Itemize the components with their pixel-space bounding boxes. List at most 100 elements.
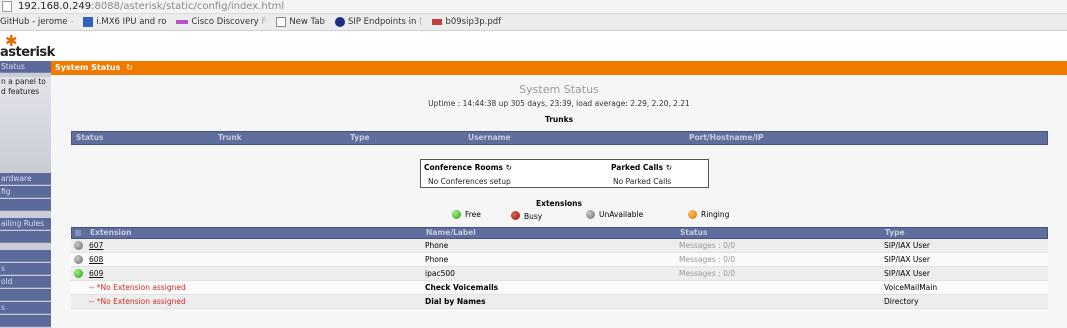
sidebar-item-dialing-rules[interactable]: ailing Rules	[0, 218, 51, 230]
name-label: Check Voicemails	[425, 283, 499, 292]
app-logo: asterisk	[0, 45, 55, 60]
sidebar-item-hold[interactable]: old	[0, 276, 51, 288]
bookmark-imx6[interactable]: i.MX6 IPU and ro	[83, 17, 166, 27]
bookmark-label-faded: F	[261, 17, 267, 27]
bookmark-label: GitHub - jerome	[0, 17, 68, 27]
legend-free: Free	[452, 210, 481, 219]
refresh-icon[interactable]: ↻	[506, 163, 512, 172]
sidebar-item[interactable]	[0, 199, 51, 211]
message-status: Messages : 0/0	[679, 241, 736, 250]
parked-calls-value: No Parked Calls	[613, 177, 672, 186]
bookmark-sip-endpoints[interactable]: SIP Endpoints in (	[334, 17, 423, 27]
legend-ringing: Ringing	[688, 210, 729, 219]
extension-type: SIP/IAX User	[884, 269, 930, 278]
gray-dot-icon	[74, 241, 83, 250]
bookmark-label: Cisco Discovery	[191, 17, 259, 27]
conference-parked-box: Conference Rooms ↻ Parked Calls ↻ No Con…	[420, 159, 709, 188]
red-dot-icon	[511, 211, 520, 220]
page-title: System Status	[519, 83, 599, 96]
column-header-trunk: Trunk	[218, 133, 242, 142]
pdf-icon	[432, 19, 443, 25]
sidebar-item[interactable]: s	[0, 263, 51, 275]
sidebar-info: n a panel to d features	[0, 77, 51, 173]
url-text[interactable]: 192.168.0.249:8088/asterisk/static/confi…	[18, 1, 284, 12]
extension-type: SIP/IAX User	[884, 255, 930, 264]
column-header-username: Username	[468, 133, 511, 142]
page-icon	[2, 1, 12, 12]
table-row: 607 Phone Messages : 0/0 SIP/IAX User	[71, 239, 1048, 253]
table-row: -- *No Extension assigned Dial by Names …	[71, 295, 1048, 309]
trunks-table-header: Status Trunk Type Username Port/Hostname…	[71, 131, 1048, 145]
bookmark-label: b09sip3p.pdf	[445, 17, 502, 27]
gray-dot-icon	[586, 210, 595, 219]
uptime-text: Uptime : 14:44:38 up 305 days, 23:39, lo…	[428, 99, 690, 108]
column-header-name-label: Name/Label	[426, 228, 476, 237]
bookmark-github[interactable]: GitHub - jerome -	[0, 17, 73, 27]
extension-link[interactable]: 607	[89, 239, 103, 253]
name-label: ipac500	[425, 269, 455, 278]
bookmark-label-faded: (	[419, 17, 423, 27]
url-bar[interactable]: 192.168.0.249:8088/asterisk/static/confi…	[0, 0, 1067, 14]
bookmark-new-tab[interactable]: New Tab	[276, 17, 325, 27]
message-status: Messages : 0/0	[679, 269, 736, 278]
table-row: 608 Phone Messages : 0/0 SIP/IAX User	[71, 253, 1048, 267]
bookmark-label: SIP Endpoints in	[347, 17, 417, 27]
no-extension-label: -- *No Extension assigned	[89, 297, 186, 306]
conference-rooms-heading: Conference Rooms ↻	[424, 163, 512, 172]
status-legend: Free Busy UnAvailable Ringing	[51, 210, 1067, 222]
orange-dot-icon	[688, 210, 697, 219]
column-header-status: Status	[680, 228, 708, 237]
table-row: 609 ipac500 Messages : 0/0 SIP/IAX User	[71, 267, 1048, 281]
sidebar-info-line: d features	[1, 87, 40, 96]
page-icon	[276, 17, 287, 27]
green-dot-icon	[74, 269, 83, 278]
table-row: -- *No Extension assigned Check Voicemai…	[71, 281, 1048, 295]
extension-link[interactable]: 608	[89, 253, 103, 267]
column-header-type: Type	[350, 133, 370, 142]
trunks-heading: Trunks	[544, 115, 574, 124]
bookmark-cisco[interactable]: Cisco Discovery F	[176, 17, 266, 27]
sidebar-item-hardware[interactable]: ardware	[0, 173, 51, 185]
sidebar-item[interactable]	[0, 289, 51, 301]
extension-type: Directory	[884, 297, 919, 306]
bookmark-label: i.MX6 IPU and ro	[96, 17, 167, 27]
gray-dot-icon	[74, 255, 83, 264]
name-label: Phone	[425, 241, 449, 250]
sidebar-item[interactable]	[0, 231, 51, 243]
cisco-icon	[176, 20, 189, 24]
bookmark-pdf[interactable]: b09sip3p.pdf	[432, 17, 501, 27]
sidebar-item[interactable]	[0, 250, 51, 262]
name-label: Dial by Names	[425, 297, 486, 306]
refresh-icon[interactable]: ↻	[666, 163, 672, 172]
column-header-extension: Extension	[90, 228, 132, 237]
column-header-status: Status	[76, 133, 104, 142]
bookmark-label: New Tab	[289, 17, 325, 27]
name-label: Phone	[425, 255, 449, 264]
sidebar-item-status[interactable]: Status	[0, 61, 51, 73]
main-content: System Status Uptime : 14:44:38 up 305 d…	[51, 75, 1067, 328]
extension-link[interactable]: 609	[89, 267, 103, 281]
green-dot-icon	[452, 210, 461, 219]
sidebar-item-config[interactable]: fig	[0, 186, 51, 198]
parked-calls-heading: Parked Calls ↻	[611, 163, 673, 172]
legend-unavailable: UnAvailable	[586, 210, 643, 219]
bookmark-icon	[83, 17, 94, 27]
extensions-table-header: Extension Name/Label Status Type	[71, 227, 1048, 239]
column-header-type: Type	[885, 228, 905, 237]
conference-rooms-value: No Conferences setup	[428, 177, 511, 186]
header-icon	[75, 230, 81, 236]
bookmark-label-faded: -	[70, 17, 74, 27]
panel-title: System Status	[55, 63, 121, 72]
panel-title-bar: System Status ↻	[51, 61, 1067, 75]
legend-busy: Busy	[511, 210, 542, 221]
sidebar: Status n a panel to d features ardware f…	[0, 61, 51, 328]
refresh-icon[interactable]: ↻	[126, 63, 133, 72]
bookmarks-bar: GitHub - jerome - i.MX6 IPU and ro Cisco…	[0, 14, 1067, 31]
bookmark-icon	[334, 17, 345, 27]
extensions-table: Extension Name/Label Status Type 607 Pho…	[71, 227, 1048, 309]
column-header-port-host: Port/Hostname/IP	[689, 133, 764, 142]
message-status: Messages : 0/0	[679, 255, 736, 264]
extension-type: VoiceMailMain	[884, 283, 938, 292]
sidebar-item[interactable]	[0, 315, 51, 327]
sidebar-item[interactable]: s	[0, 302, 51, 314]
